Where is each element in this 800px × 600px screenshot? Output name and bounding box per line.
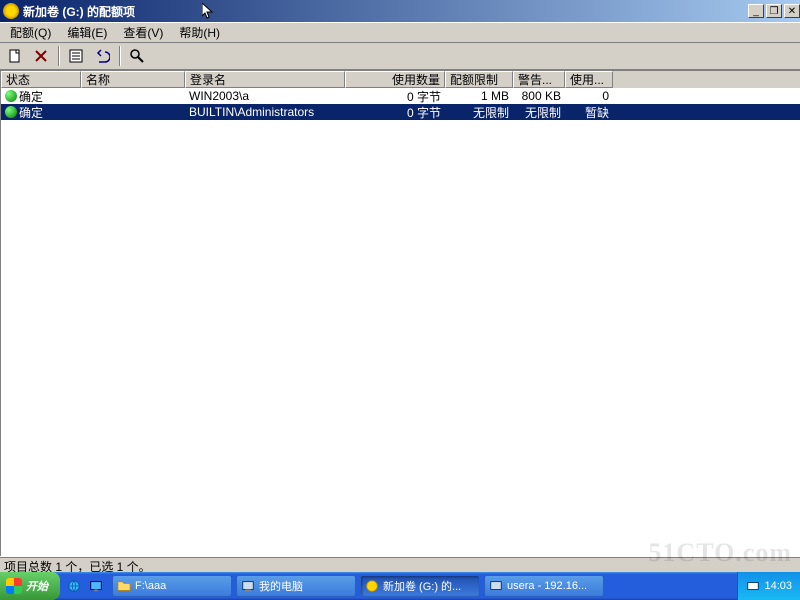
col-warn[interactable]: 警告... xyxy=(513,71,565,88)
toolbar xyxy=(0,42,800,70)
new-icon[interactable] xyxy=(4,45,26,67)
table-row[interactable]: 确定 BUILTIN\Administrators 0 字节 无限制 无限制 暂… xyxy=(1,104,800,120)
list-view[interactable]: 状态 名称 登录名 使用数量 配额限制 警告... 使用... 确定 WIN20… xyxy=(0,70,800,564)
menu-edit[interactable]: 编辑(E) xyxy=(59,22,115,43)
menu-view[interactable]: 查看(V) xyxy=(115,22,171,43)
list-body: 确定 WIN2003\a 0 字节 1 MB 800 KB 0 确定 BUILT… xyxy=(1,88,800,564)
taskbar-item[interactable]: 我的电脑 xyxy=(236,575,356,597)
cell-limit: 1 MB xyxy=(445,89,513,103)
quick-launch xyxy=(60,576,110,596)
col-login[interactable]: 登录名 xyxy=(185,71,345,88)
cell-login: BUILTIN\Administrators xyxy=(185,105,345,119)
start-button[interactable]: 开始 xyxy=(0,572,60,600)
cell-state: 确定 xyxy=(1,88,81,105)
cell-limit: 无限制 xyxy=(445,104,513,121)
title-bar: 新加卷 (G:) 的配额项 _ ❐ ✕ xyxy=(0,0,800,22)
cell-used: 0 字节 xyxy=(345,88,445,105)
col-used[interactable]: 使用数量 xyxy=(345,71,445,88)
cell-warn: 800 KB xyxy=(513,89,565,103)
minimize-button[interactable]: _ xyxy=(748,4,764,18)
close-button[interactable]: ✕ xyxy=(784,4,800,18)
toolbar-separator xyxy=(119,46,120,66)
table-row[interactable]: 确定 WIN2003\a 0 字节 1 MB 800 KB 0 xyxy=(1,88,800,104)
app-icon xyxy=(3,3,19,19)
system-tray[interactable]: 14:03 xyxy=(737,572,800,600)
col-name[interactable]: 名称 xyxy=(81,71,185,88)
tray-icon[interactable] xyxy=(746,579,760,593)
properties-icon[interactable] xyxy=(65,45,87,67)
taskbar-item[interactable]: F:\aaa xyxy=(112,575,232,597)
undo-icon[interactable] xyxy=(91,45,113,67)
menu-quota[interactable]: 配额(Q) xyxy=(2,22,59,43)
cell-usedpct: 0 xyxy=(565,89,613,103)
cell-state: 确定 xyxy=(1,104,81,121)
col-state[interactable]: 状态 xyxy=(1,71,81,88)
col-usedpct[interactable]: 使用... xyxy=(565,71,613,88)
window-title: 新加卷 (G:) 的配额项 xyxy=(23,3,746,20)
taskbar: 开始 F:\aaa 我的电脑 新加卷 (G:) 的... usera - 192… xyxy=(0,572,800,600)
col-limit[interactable]: 配额限制 xyxy=(445,71,513,88)
taskbar-item[interactable]: usera - 192.16... xyxy=(484,575,604,597)
ie-icon[interactable] xyxy=(64,576,84,596)
desktop-icon[interactable] xyxy=(86,576,106,596)
menu-bar: 配额(Q) 编辑(E) 查看(V) 帮助(H) xyxy=(0,22,800,42)
ok-icon xyxy=(5,90,17,102)
clock[interactable]: 14:03 xyxy=(764,580,792,592)
windows-flag-icon xyxy=(6,578,22,594)
cell-used: 0 字节 xyxy=(345,104,445,121)
column-headers: 状态 名称 登录名 使用数量 配额限制 警告... 使用... xyxy=(1,71,800,88)
cell-usedpct: 暂缺 xyxy=(565,104,613,121)
restore-button[interactable]: ❐ xyxy=(766,4,782,18)
menu-help[interactable]: 帮助(H) xyxy=(171,22,228,43)
toolbar-separator xyxy=(58,46,59,66)
find-icon[interactable] xyxy=(126,45,148,67)
taskbar-item[interactable]: 新加卷 (G:) 的... xyxy=(360,575,480,597)
ok-icon xyxy=(5,106,17,118)
cell-warn: 无限制 xyxy=(513,104,565,121)
cell-login: WIN2003\a xyxy=(185,89,345,103)
delete-icon[interactable] xyxy=(30,45,52,67)
